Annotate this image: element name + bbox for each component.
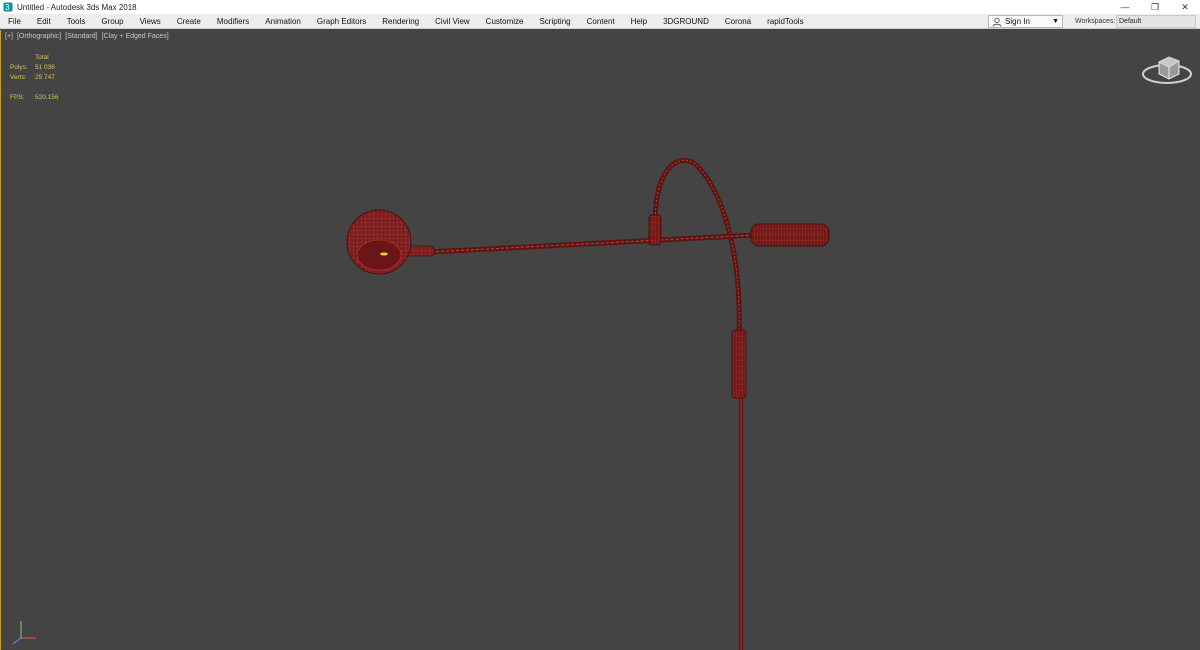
menu-civil-view[interactable]: Civil View	[427, 14, 478, 29]
window-controls: — ❐ ✕	[1110, 0, 1200, 14]
menu-modifiers[interactable]: Modifiers	[209, 14, 257, 29]
close-button[interactable]: ✕	[1170, 0, 1200, 14]
lamp-handle[interactable]	[750, 223, 830, 247]
lamp-arm-joint[interactable]	[648, 214, 662, 246]
menu-views[interactable]: Views	[132, 14, 169, 29]
minimize-button[interactable]: —	[1110, 0, 1140, 14]
menu-help[interactable]: Help	[623, 14, 655, 29]
workspaces-select[interactable]: Default	[1116, 15, 1196, 28]
viewport-orthographic[interactable]: [+] [Orthographic] [Standard] [Clay + Ed…	[0, 30, 1200, 650]
user-icon	[992, 17, 1002, 27]
workspaces-label: Workspaces:	[1075, 18, 1116, 25]
menu-graph-editors[interactable]: Graph Editors	[309, 14, 374, 29]
restore-button[interactable]: ❐	[1140, 0, 1170, 14]
window-title: Untitled - Autodesk 3ds Max 2018	[17, 2, 137, 12]
sign-in-label: Sign In	[1005, 17, 1030, 26]
menu-rapidtools[interactable]: rapidTools	[759, 14, 811, 29]
menu-content[interactable]: Content	[579, 14, 623, 29]
menu-3dground[interactable]: 3DGROUND	[655, 14, 717, 29]
menu-group[interactable]: Group	[93, 14, 131, 29]
menu-create[interactable]: Create	[169, 14, 209, 29]
menu-customize[interactable]: Customize	[478, 14, 532, 29]
viewcube-icon[interactable]	[1139, 50, 1195, 90]
scene-model[interactable]	[1, 30, 1200, 650]
lamp-wall-bracket[interactable]	[731, 329, 747, 399]
menu-edit[interactable]: Edit	[29, 14, 59, 29]
svg-text:3: 3	[5, 3, 10, 12]
menu-scripting[interactable]: Scripting	[531, 14, 578, 29]
3ds-max-icon: 3	[3, 2, 13, 12]
menu-file[interactable]: File	[0, 14, 29, 29]
menu-corona[interactable]: Corona	[717, 14, 759, 29]
lamp-shade[interactable]	[346, 209, 412, 275]
title-bar: 3 Untitled - Autodesk 3ds Max 2018 — ❐ ✕	[0, 0, 1200, 14]
menu-animation[interactable]: Animation	[257, 14, 309, 29]
menu-tools[interactable]: Tools	[59, 14, 94, 29]
axis-tripod-icon	[12, 621, 36, 645]
lamp-arc[interactable]	[652, 157, 742, 331]
lamp-horizontal-arm[interactable]	[410, 232, 757, 256]
menu-rendering[interactable]: Rendering	[374, 14, 427, 29]
menu-bar: File Edit Tools Group Views Create Modif…	[0, 14, 1200, 29]
sign-in-dropdown[interactable]: Sign In ▼	[988, 15, 1063, 28]
chevron-down-icon: ▼	[1052, 18, 1059, 25]
